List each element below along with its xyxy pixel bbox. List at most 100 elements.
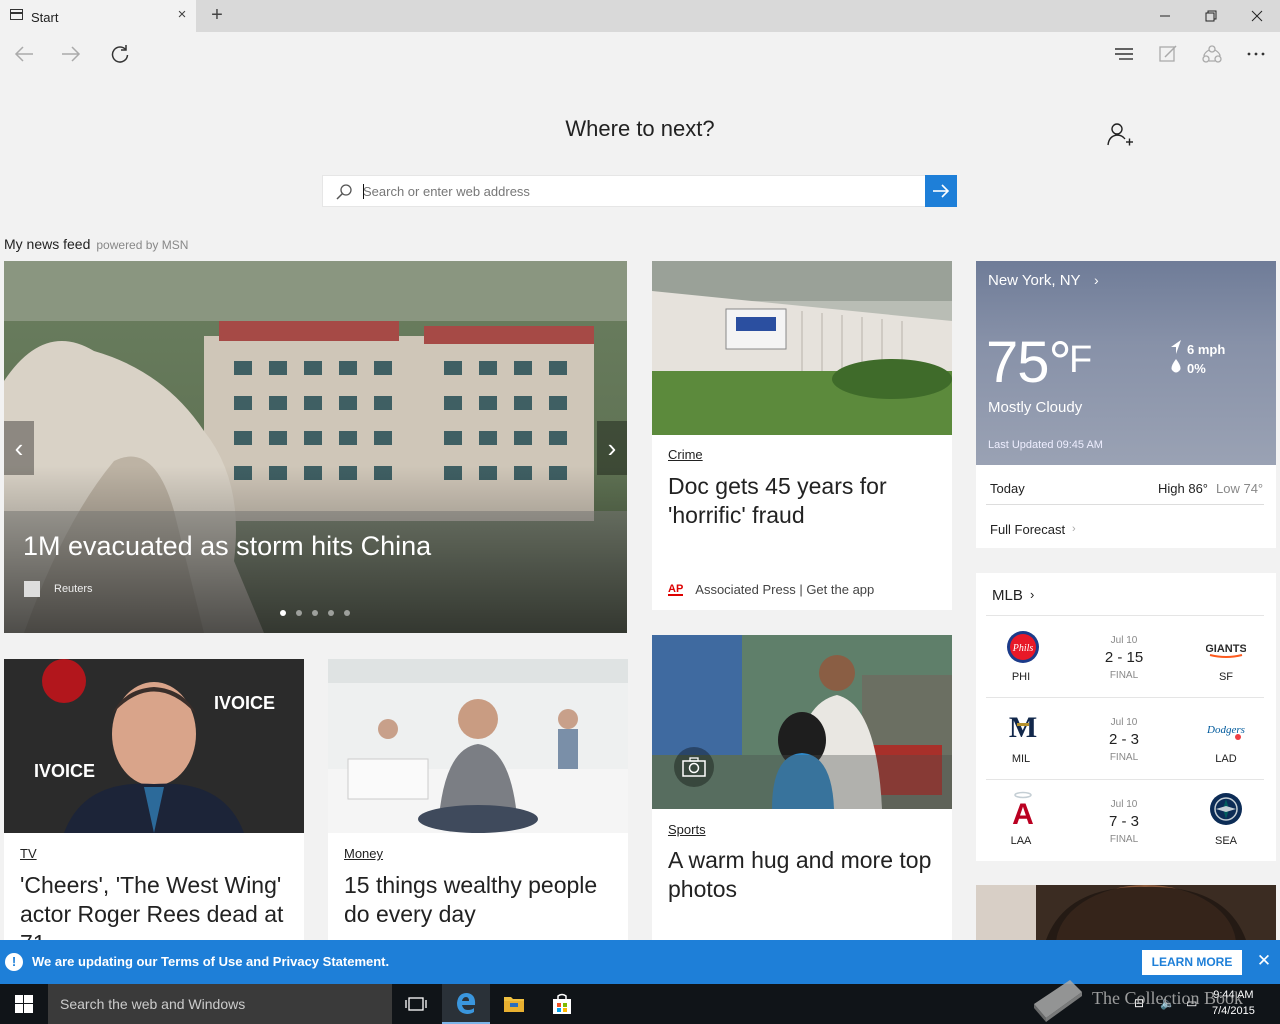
tab-start[interactable]: Start × <box>0 0 196 32</box>
hero-headline[interactable]: 1M evacuated as storm hits China <box>23 531 431 562</box>
chevron-right-icon[interactable]: › <box>1094 272 1099 288</box>
mlb-title[interactable]: MLB <box>992 587 1023 604</box>
weather-low: Low 74° <box>1216 481 1264 496</box>
dodgers-logo-icon: Dodgers <box>1206 724 1245 740</box>
web-note-button[interactable] <box>1154 40 1182 68</box>
divider <box>986 615 1264 616</box>
hub-icon <box>1115 48 1133 60</box>
game-row[interactable]: M MIL Jul 10 2 - 3 FINAL Dodgers LAD <box>976 707 1276 787</box>
go-button[interactable] <box>925 175 957 207</box>
news-card-money[interactable]: Money 15 things wealthy people do every … <box>328 659 628 940</box>
card-category[interactable]: Money <box>344 846 383 861</box>
weather-city[interactable]: New York, NY <box>988 272 1081 289</box>
carousel-dot[interactable] <box>296 610 302 616</box>
refresh-button[interactable] <box>106 40 134 68</box>
weather-high: High 86° <box>1158 481 1209 496</box>
file-explorer-button[interactable] <box>490 984 538 1024</box>
carousel-dot[interactable] <box>344 610 350 616</box>
info-icon: ! <box>5 953 23 971</box>
tab-strip: Start × + <box>0 0 1280 32</box>
weather-wind: 6 mph <box>1187 342 1226 357</box>
mlb-scores-widget[interactable]: MLB › Phils PHI Jul 10 2 - 15 FINAL GIAN… <box>976 573 1276 861</box>
add-person-icon <box>1107 123 1133 146</box>
card-category[interactable]: Sports <box>668 822 706 837</box>
task-view-button[interactable] <box>392 984 440 1024</box>
carousel-prev-button[interactable]: ‹ <box>4 421 34 475</box>
start-button[interactable] <box>0 984 48 1024</box>
card-category[interactable]: TV <box>20 846 37 861</box>
wind-icon <box>1171 340 1181 354</box>
game-row[interactable]: A LAA Jul 10 7 - 3 FINAL SEA <box>976 789 1276 869</box>
text-caret <box>363 184 364 199</box>
weather-summary: New York, NY › 75° F 6 mph 0% Mostly Clo… <box>976 261 1276 465</box>
share-icon <box>1202 45 1222 63</box>
search-input[interactable] <box>363 176 913 206</box>
game-date: Jul 10 <box>1110 635 1138 646</box>
card-headline[interactable]: Doc gets 45 years for 'horrific' fraud <box>668 472 938 530</box>
news-card-tv[interactable]: IVOICE IVOICE TV 'Cheers', 'The West Win… <box>4 659 304 940</box>
close-notification-icon[interactable]: ✕ <box>1254 951 1274 971</box>
share-button[interactable] <box>1198 40 1226 68</box>
brewers-logo-icon: M <box>1009 711 1037 744</box>
phillies-logo-icon: Phils <box>1007 631 1039 663</box>
mariners-logo-icon <box>1210 793 1242 825</box>
taskbar-search-box[interactable]: Search the web and Windows <box>48 984 392 1024</box>
pen-icon <box>1159 45 1177 62</box>
chevron-right-icon[interactable]: › <box>1030 587 1034 602</box>
address-search-box[interactable] <box>322 175 926 207</box>
news-image <box>328 659 628 833</box>
taskbar-search-placeholder: Search the web and Windows <box>60 996 246 1012</box>
card-headline[interactable]: 'Cheers', 'The West Wing' actor Roger Re… <box>20 871 290 940</box>
weather-condition: Mostly Cloudy <box>988 399 1083 416</box>
powered-by-label: powered by MSN <box>96 238 189 252</box>
game-status: FINAL <box>1109 834 1139 845</box>
carousel-dot[interactable] <box>280 610 286 616</box>
hero-carousel[interactable]: ‹ › 1M evacuated as storm hits China Reu… <box>4 261 627 633</box>
news-image-partial[interactable] <box>976 885 1276 940</box>
away-team: LAA <box>1010 835 1032 847</box>
game-row[interactable]: Phils PHI Jul 10 2 - 15 FINAL GIANTS SF <box>976 625 1276 705</box>
divider <box>986 697 1264 698</box>
card-provider-label: Associated Press | Get the app <box>695 582 875 597</box>
close-icon <box>1251 10 1263 22</box>
weather-updated: Last Updated 09:45 AM <box>988 439 1103 451</box>
carousel-dot[interactable] <box>328 610 334 616</box>
back-button[interactable] <box>10 40 38 68</box>
more-button[interactable] <box>1242 40 1270 68</box>
news-card-sports[interactable]: Sports A warm hug and more top photos <box>652 635 952 940</box>
add-person-button[interactable] <box>1106 120 1134 148</box>
full-forecast-link[interactable]: Full Forecast <box>990 522 1065 537</box>
news-card-crime[interactable]: Crime Doc gets 45 years for 'horrific' f… <box>652 261 952 610</box>
card-headline[interactable]: 15 things wealthy people do every day <box>344 871 614 929</box>
new-tab-button[interactable]: + <box>207 4 227 26</box>
news-image <box>652 261 952 435</box>
game-score: 2 - 3 <box>1108 731 1139 748</box>
chevron-right-icon[interactable]: › <box>1072 523 1076 535</box>
notification-text: We are updating our Terms of Use and Pri… <box>32 954 390 969</box>
tab-close-icon[interactable]: × <box>175 7 189 23</box>
raindrop-icon <box>1171 359 1181 373</box>
page-icon <box>10 9 23 20</box>
restore-button[interactable] <box>1188 0 1234 32</box>
svg-text:A: A <box>1012 798 1034 827</box>
store-button[interactable] <box>538 984 586 1024</box>
news-feed-title: My news feed <box>4 236 91 252</box>
ap-logo: AP <box>668 582 684 596</box>
minimize-button[interactable] <box>1142 0 1188 32</box>
weather-widget[interactable]: New York, NY › 75° F 6 mph 0% Mostly Clo… <box>976 261 1276 548</box>
card-category[interactable]: Crime <box>668 447 703 462</box>
refresh-icon <box>111 45 129 63</box>
edge-taskbar-button[interactable] <box>442 984 490 1024</box>
news-feed-heading: My news feed powered by MSN <box>4 236 188 252</box>
hub-button[interactable] <box>1110 40 1138 68</box>
svg-text:IVOICE: IVOICE <box>214 693 275 713</box>
book-icon <box>1034 980 1082 1022</box>
forward-button[interactable] <box>57 40 85 68</box>
card-headline[interactable]: A warm hug and more top photos <box>668 846 938 904</box>
carousel-dot[interactable] <box>312 610 318 616</box>
away-team: MIL <box>1011 753 1031 765</box>
card-provider[interactable]: AP Associated Press | Get the app <box>668 582 874 597</box>
close-window-button[interactable] <box>1234 0 1280 32</box>
home-team: SF <box>1218 671 1234 683</box>
carousel-next-button[interactable]: › <box>597 421 627 475</box>
